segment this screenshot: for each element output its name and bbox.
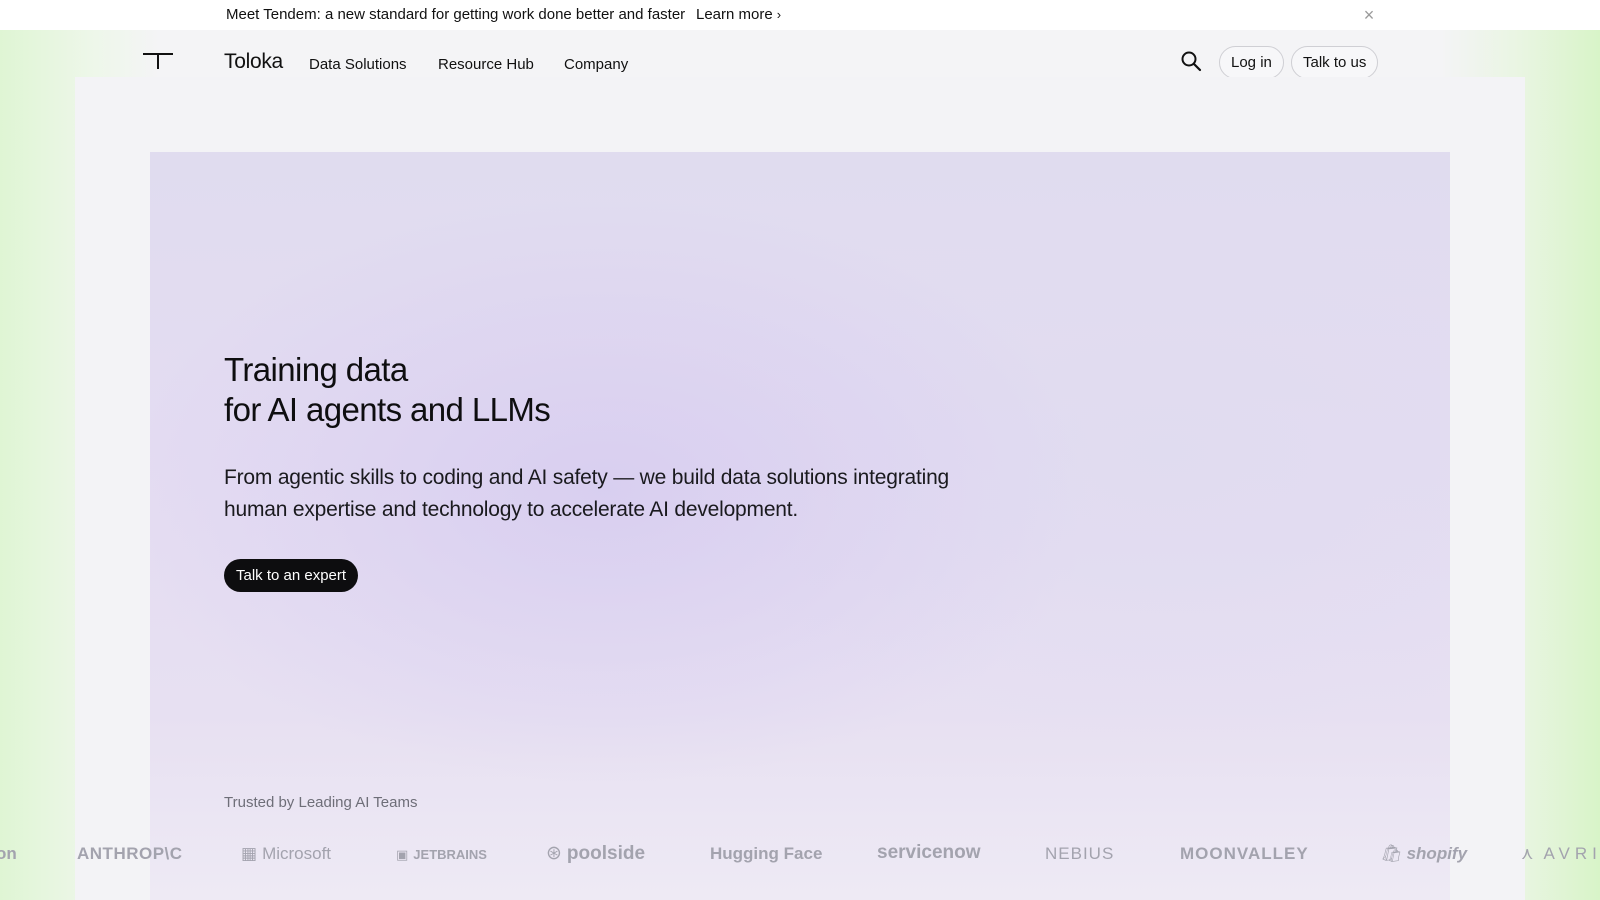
- nav-company[interactable]: Company: [564, 56, 628, 73]
- hero-title: Training data for AI agents and LLMs: [224, 350, 924, 430]
- announcement-bar: Meet Tendem: a new standard for getting …: [0, 0, 1600, 30]
- logo-jetbrains: ▣ JETBRAINS: [396, 847, 487, 862]
- brand-name[interactable]: Toloka: [224, 50, 283, 74]
- toloka-logo-icon[interactable]: [142, 52, 174, 70]
- avri-icon: ⋏: [1521, 844, 1539, 863]
- trusted-label: Trusted by Leading AI Teams: [224, 794, 418, 811]
- microsoft-icon: ▦: [241, 844, 258, 863]
- logo-partial-left: on: [0, 844, 17, 863]
- hero-title-line-1: Training data: [224, 351, 408, 388]
- logo-nebius: NEBIUS: [1045, 844, 1115, 863]
- logos-strip: on ANTHROP\C ▦ Microsoft ▣ JETBRAINS ⊛ pool…: [0, 836, 1600, 872]
- logo-avri: ⋏ AVRI: [1521, 844, 1600, 863]
- learn-more-link[interactable]: Learn more ›: [696, 6, 781, 23]
- logo-moonvalley: MOONVALLEY: [1180, 844, 1309, 863]
- jetbrains-icon: ▣: [396, 847, 409, 862]
- hero-section: [150, 152, 1450, 900]
- logo-anthropic: ANTHROP\C: [77, 844, 183, 863]
- hero-subtitle: From agentic skills to coding and AI saf…: [224, 466, 950, 521]
- shopify-icon: 🛍: [1380, 844, 1402, 863]
- logo-poolside: ⊛ poolside: [546, 843, 646, 864]
- logo-shopify: 🛍 shopify: [1380, 844, 1468, 863]
- logo-microsoft: ▦ Microsoft: [241, 844, 332, 863]
- logo-hugging-face: Hugging Face: [710, 844, 823, 863]
- talk-to-us-button[interactable]: Talk to us: [1291, 46, 1379, 79]
- hero-title-line-2: for AI agents and LLMs: [224, 391, 551, 428]
- top-nav: Toloka Data Solutions Resource Hub Compa…: [0, 30, 1600, 79]
- learn-more-label: Learn more: [696, 6, 773, 23]
- poolside-icon: ⊛: [546, 843, 562, 864]
- nav-resource-hub[interactable]: Resource Hub: [438, 56, 534, 73]
- close-icon[interactable]: ×: [1360, 6, 1378, 24]
- chevron-right-icon: ›: [776, 7, 782, 22]
- logo-servicenow: servicenow: [877, 842, 981, 863]
- announcement-message: Meet Tendem: a new standard for getting …: [226, 6, 686, 23]
- search-icon[interactable]: [1180, 50, 1202, 72]
- nav-data-solutions[interactable]: Data Solutions: [309, 56, 407, 73]
- talk-to-expert-button[interactable]: Talk to an expert: [224, 559, 359, 592]
- login-button[interactable]: Log in: [1219, 46, 1284, 79]
